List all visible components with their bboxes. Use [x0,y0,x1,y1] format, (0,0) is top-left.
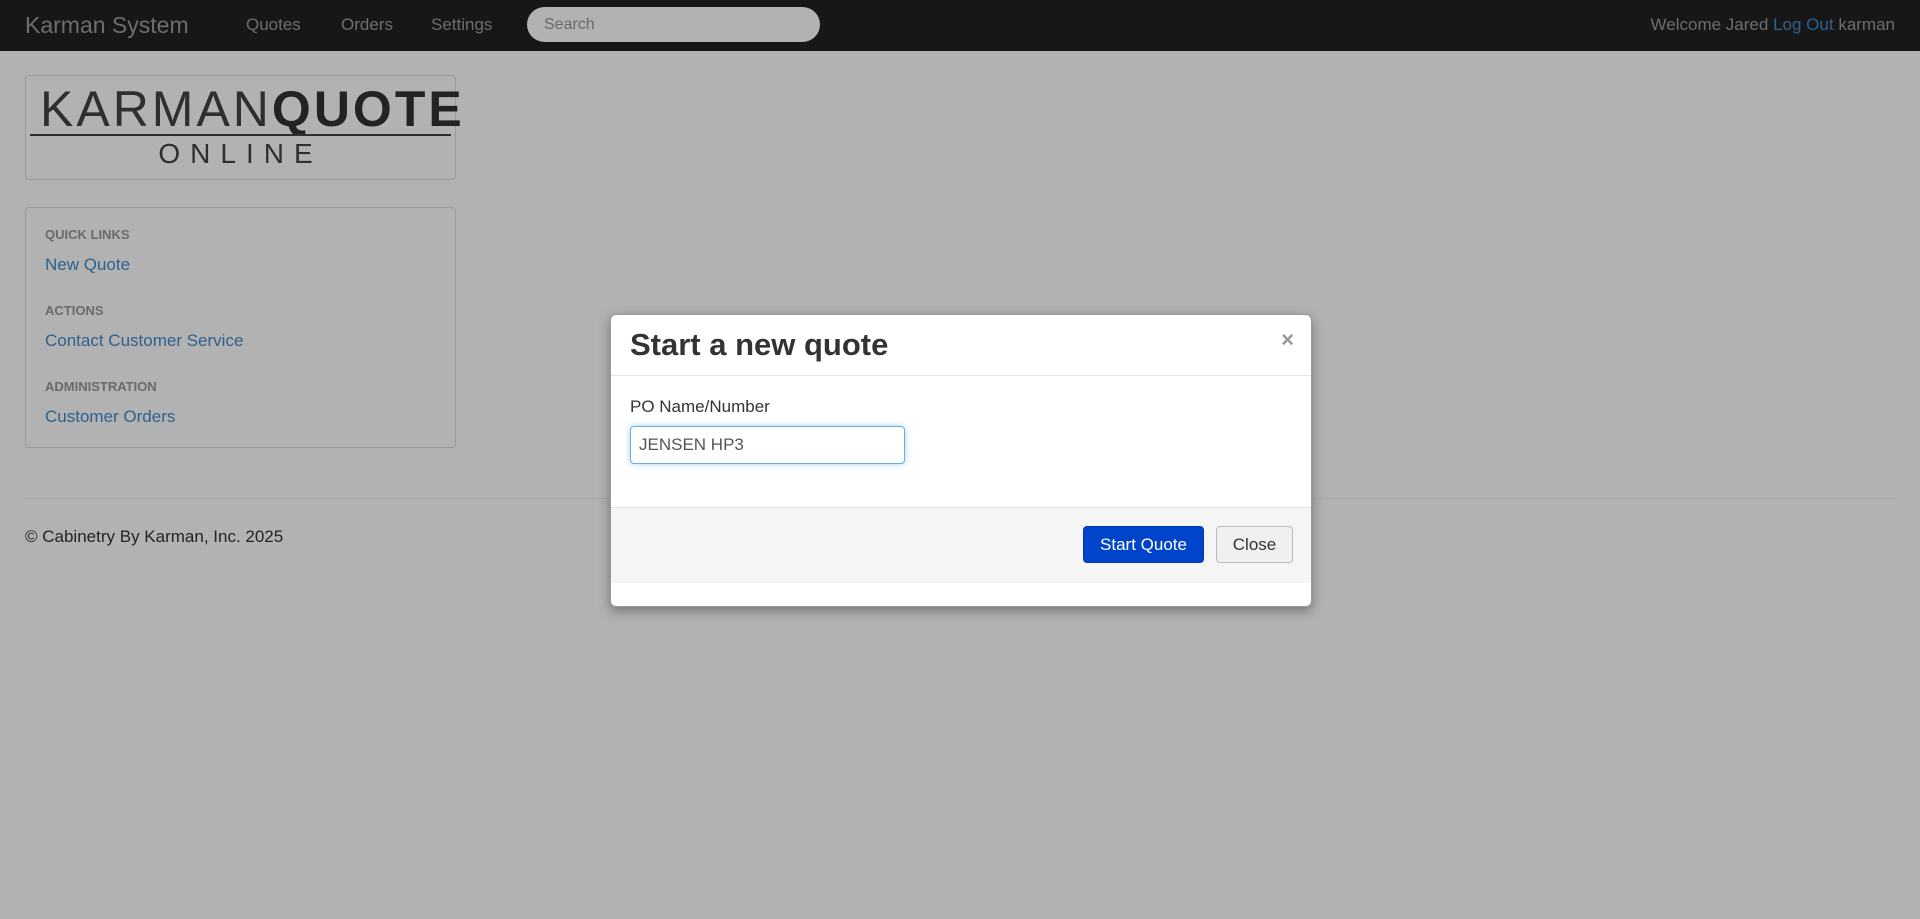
po-name-input[interactable] [630,426,905,464]
dialog-footer: Start Quote Close [611,507,1311,583]
dialog-title: Start a new quote [630,327,889,362]
close-button[interactable]: Close [1216,526,1293,563]
start-quote-button[interactable]: Start Quote [1083,526,1204,563]
dialog-header: Start a new quote × [611,315,1311,376]
po-name-label: PO Name/Number [630,397,770,416]
new-quote-dialog: Start a new quote × PO Name/Number Start… [610,314,1312,607]
close-icon[interactable]: × [1281,329,1294,351]
